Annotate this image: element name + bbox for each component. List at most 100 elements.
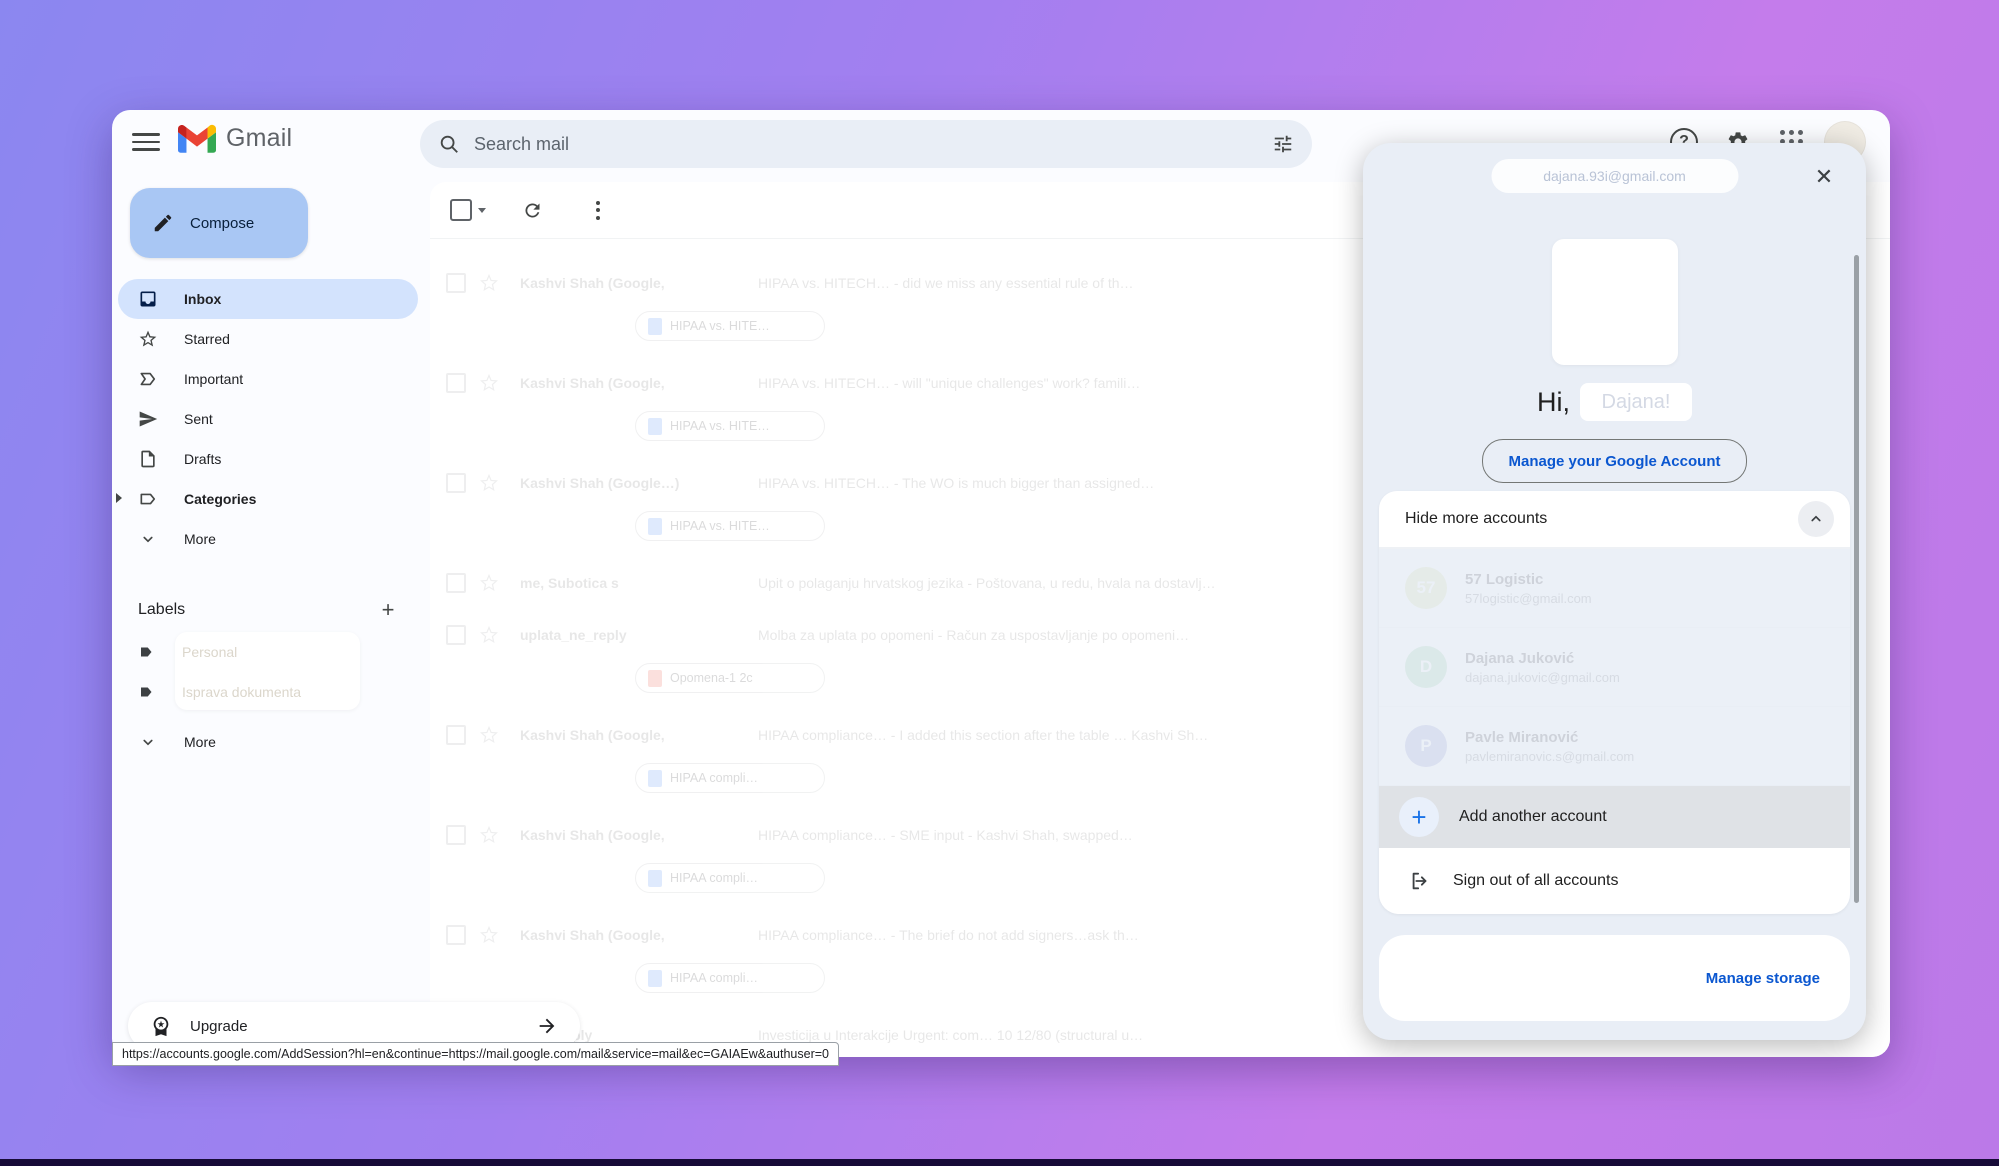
refresh-icon[interactable] bbox=[512, 190, 552, 230]
sent-icon bbox=[138, 409, 158, 429]
account-list-item[interactable]: P Pavle Miranović pavlemiranovic.s@gmail… bbox=[1379, 707, 1850, 786]
document-icon bbox=[648, 518, 662, 535]
sidebar-item-label: Inbox bbox=[184, 291, 221, 307]
account-avatar: 57 bbox=[1405, 567, 1447, 609]
add-another-account-button[interactable]: + Add another account bbox=[1379, 786, 1850, 848]
label-text: Personal bbox=[182, 644, 237, 660]
row-checkbox[interactable] bbox=[446, 725, 466, 745]
manage-storage-link[interactable]: Manage storage bbox=[1706, 970, 1820, 987]
row-checkbox[interactable] bbox=[446, 373, 466, 393]
account-list-item[interactable]: 57 57 Logistic 57logistic@gmail.com bbox=[1379, 549, 1850, 628]
chevron-up-icon[interactable] bbox=[1798, 501, 1834, 537]
create-label-icon[interactable]: + bbox=[372, 594, 404, 626]
attachment-chip[interactable]: HIPAA compli… bbox=[635, 863, 825, 893]
sidebar-label-item[interactable]: Isprava dokumenta bbox=[112, 672, 430, 712]
sidebar-item-more[interactable]: More bbox=[118, 519, 418, 559]
email-sender: Kashvi Shah (Google…) bbox=[520, 475, 758, 491]
email-subject: Investicija u Interakcije Urgent: com… 1… bbox=[758, 1027, 1418, 1043]
account-avatar: D bbox=[1405, 646, 1447, 688]
row-checkbox[interactable] bbox=[446, 473, 466, 493]
row-star-icon[interactable] bbox=[480, 274, 498, 292]
sidebar-labels-more[interactable]: More bbox=[118, 722, 418, 762]
sidebar-label-item[interactable]: Personal bbox=[112, 632, 430, 672]
email-subject: HIPAA vs. HITECH… - did we miss any esse… bbox=[758, 275, 1418, 291]
manage-google-account-button[interactable]: Manage your Google Account bbox=[1482, 439, 1748, 483]
account-name: Pavle Miranović bbox=[1465, 729, 1634, 746]
hide-more-accounts-toggle[interactable]: Hide more accounts bbox=[1379, 491, 1850, 549]
avatar-initial: P bbox=[1420, 736, 1431, 756]
select-dropdown-icon[interactable] bbox=[478, 208, 486, 213]
sidebar-item-sent[interactable]: Sent bbox=[118, 399, 418, 439]
attachment-chip[interactable]: HIPAA vs. HITE… bbox=[635, 411, 825, 441]
account-name: 57 Logistic bbox=[1465, 571, 1592, 588]
pencil-icon bbox=[152, 212, 174, 234]
sidebar-item-drafts[interactable]: Drafts bbox=[118, 439, 418, 479]
account-email: 57logistic@gmail.com bbox=[1465, 591, 1592, 606]
current-account-email: dajana.93i@gmail.com bbox=[1491, 159, 1738, 193]
search-bar[interactable] bbox=[420, 120, 1312, 168]
row-star-icon[interactable] bbox=[480, 474, 498, 492]
more-options-icon[interactable] bbox=[578, 190, 618, 230]
sidebar-item-starred[interactable]: Starred bbox=[118, 319, 418, 359]
account-avatar[interactable] bbox=[1552, 239, 1678, 365]
row-star-icon[interactable] bbox=[480, 826, 498, 844]
attachment-name: HIPAA vs. HITE… bbox=[670, 419, 770, 433]
document-icon bbox=[648, 318, 662, 335]
row-star-icon[interactable] bbox=[480, 374, 498, 392]
attachment-chip[interactable]: HIPAA compli… bbox=[635, 763, 825, 793]
important-icon bbox=[138, 369, 158, 389]
search-icon[interactable] bbox=[426, 121, 472, 167]
row-star-icon[interactable] bbox=[480, 726, 498, 744]
sidebar-item-inbox[interactable]: Inbox bbox=[118, 279, 418, 319]
attachment-name: HIPAA compli… bbox=[670, 871, 758, 885]
close-icon[interactable]: ✕ bbox=[1808, 161, 1840, 193]
sidebar-item-important[interactable]: Important bbox=[118, 359, 418, 399]
attachment-name: HIPAA vs. HITE… bbox=[670, 519, 770, 533]
main-menu-icon[interactable] bbox=[132, 128, 160, 156]
sidebar-item-label: Starred bbox=[184, 331, 230, 347]
email-sender: Kashvi Shah (Google, bbox=[520, 275, 758, 291]
document-icon bbox=[648, 418, 662, 435]
sidebar: Compose Inbox Starred Important Sent bbox=[112, 174, 430, 1057]
label-list: Personal Isprava dokumenta bbox=[112, 632, 430, 712]
row-checkbox[interactable] bbox=[446, 573, 466, 593]
email-subject: HIPAA compliance… - SME input - Kashvi S… bbox=[758, 827, 1418, 843]
expand-arrow-icon[interactable] bbox=[116, 493, 122, 503]
search-filter-icon[interactable] bbox=[1260, 121, 1306, 167]
account-switcher-panel: dajana.93i@gmail.com ✕ Hi, Dajana! Manag… bbox=[1363, 143, 1866, 1040]
email-subject: HIPAA compliance… - I added this section… bbox=[758, 727, 1418, 743]
attachment-chip[interactable]: Opomena-1 2c bbox=[635, 663, 825, 693]
search-input[interactable] bbox=[472, 133, 1260, 156]
account-list-item[interactable]: D Dajana Juković dajana.jukovic@gmail.co… bbox=[1379, 628, 1850, 707]
sign-out-all-button[interactable]: Sign out of all accounts bbox=[1379, 848, 1850, 914]
label-tag-icon bbox=[138, 643, 156, 661]
row-checkbox[interactable] bbox=[446, 273, 466, 293]
sidebar-item-categories[interactable]: Categories bbox=[118, 479, 418, 519]
arrow-right-icon[interactable] bbox=[536, 1015, 558, 1037]
email-sender: Kashvi Shah (Google, bbox=[520, 927, 758, 943]
row-checkbox[interactable] bbox=[446, 925, 466, 945]
row-star-icon[interactable] bbox=[480, 926, 498, 944]
row-checkbox[interactable] bbox=[446, 825, 466, 845]
attachment-chip[interactable]: HIPAA vs. HITE… bbox=[635, 511, 825, 541]
sidebar-item-label: Categories bbox=[184, 491, 256, 507]
row-star-icon[interactable] bbox=[480, 626, 498, 644]
email-sender: Kashvi Shah (Google, bbox=[520, 375, 758, 391]
premium-badge-icon bbox=[150, 1015, 172, 1037]
attachment-name: HIPAA compli… bbox=[670, 971, 758, 985]
row-star-icon[interactable] bbox=[480, 574, 498, 592]
account-avatar: P bbox=[1405, 725, 1447, 767]
select-all-checkbox[interactable] bbox=[450, 199, 486, 221]
row-checkbox[interactable] bbox=[446, 625, 466, 645]
avatar-initial: 57 bbox=[1417, 578, 1436, 598]
attachment-name: HIPAA compli… bbox=[670, 771, 758, 785]
star-icon bbox=[138, 329, 158, 349]
compose-button[interactable]: Compose bbox=[130, 188, 308, 258]
desktop-background: Gmail ? bbox=[0, 0, 1999, 1166]
attachment-name: HIPAA vs. HITE… bbox=[670, 319, 770, 333]
attachment-chip[interactable]: HIPAA compli… bbox=[635, 963, 825, 993]
account-email: dajana.jukovic@gmail.com bbox=[1465, 670, 1620, 685]
attachment-chip[interactable]: HIPAA vs. HITE… bbox=[635, 311, 825, 341]
panel-scrollbar[interactable] bbox=[1854, 255, 1859, 903]
account-email: pavlemiranovic.s@gmail.com bbox=[1465, 749, 1634, 764]
